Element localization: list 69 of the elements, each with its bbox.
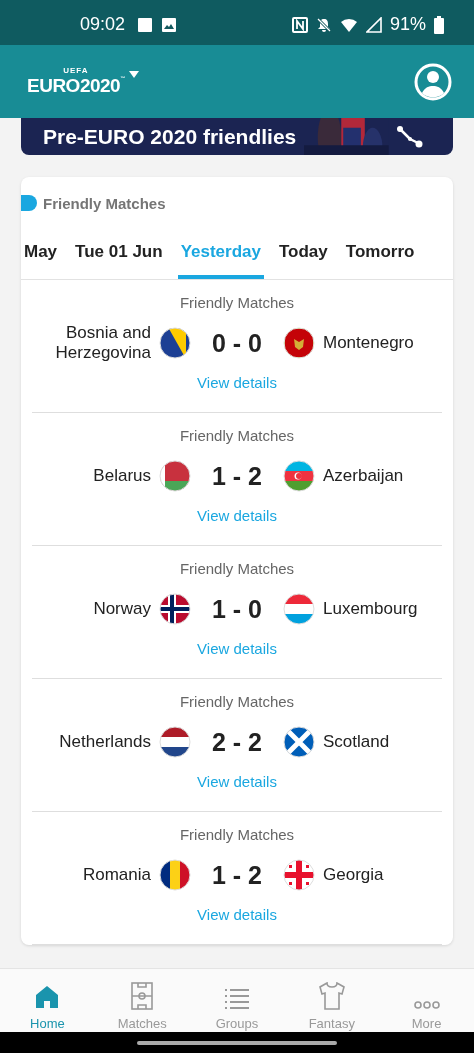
team-name: Azerbaijan [323,465,405,487]
date-tab[interactable]: Yesterday [177,229,264,279]
team-name: Montenegro [323,332,415,354]
flag-icon [159,593,191,625]
competition-label: Friendly Matches [179,693,295,710]
section-title: Friendly Matches [43,194,166,212]
nav-tab[interactable]: Fantasy [284,969,380,1033]
nav-tab[interactable]: Groups [189,969,285,1033]
nfc-icon [291,16,308,33]
competition-label: Friendly Matches [179,560,295,577]
nav-tab[interactable]: Home [0,969,95,1033]
battery-level: 91% [389,14,426,35]
date-tab[interactable]: Today [275,229,331,279]
flag-icon [283,460,315,492]
team-name: Romania [81,864,151,886]
team-name: Norway [92,598,151,620]
match-score: 1 - 2 [211,860,263,890]
competition-label: Friendly Matches [179,427,295,444]
bell-off-icon [315,16,332,33]
date-tab[interactable]: Tue 01 Jun [72,229,166,279]
caret-icon[interactable] [128,71,139,78]
nav-tab[interactable]: More [379,969,474,1033]
logo-subtitle: UEFA [63,66,89,75]
logo[interactable]: EURO2020$^{™}$ [27,75,125,97]
match-score: 0 - 0 [211,328,263,358]
match-score: 2 - 2 [211,727,263,757]
team-name: Bosnia and Herzegovina [54,322,151,364]
more-icon [413,1000,440,1010]
match-score: 1 - 2 [211,461,263,491]
flag-icon [283,327,315,359]
home-icon [34,984,61,1010]
view-details-link[interactable]: View details [197,773,277,790]
list-icon [225,988,249,1010]
pitch-icon [131,982,154,1010]
signal-icon [365,16,382,33]
flag-icon [159,327,191,359]
team-name: Scotland [323,731,391,753]
date-tab[interactable]: May [21,229,61,279]
banner-card[interactable]: Pre-EURO 2020 friendlies [21,118,453,155]
flag-icon [159,460,191,492]
flag-icon [283,859,315,891]
view-details-link[interactable]: View details [197,374,277,391]
clock: 09:02 [80,14,126,35]
home-handle[interactable] [137,1040,337,1045]
competition-label: Friendly Matches [179,294,295,311]
competition-label: Friendly Matches [179,826,295,843]
profile-icon[interactable] [414,62,452,101]
wifi-icon [339,16,358,33]
flag-icon [283,726,315,758]
battery-icon [434,15,444,34]
team-name: Luxembourg [323,598,419,620]
view-details-link[interactable]: View details [197,507,277,524]
stop-icon [137,16,154,33]
flag-icon [159,859,191,891]
match-score: 1 - 0 [211,594,263,624]
team-name: Belarus [92,465,151,487]
banner-title: Pre-EURO 2020 friendlies [43,124,297,149]
team-name: Netherlands [58,731,151,753]
section-marker-icon [21,195,37,211]
nav-tab[interactable]: Matches [94,969,190,1033]
flag-icon [159,726,191,758]
share-icon[interactable] [397,125,423,148]
image-icon [161,16,178,33]
view-details-link[interactable]: View details [197,906,277,923]
flag-icon [283,593,315,625]
shirt-icon [318,982,345,1010]
view-details-link[interactable]: View details [197,640,277,657]
team-name: Georgia [323,864,385,886]
date-tab[interactable]: Tomorro [342,229,418,279]
